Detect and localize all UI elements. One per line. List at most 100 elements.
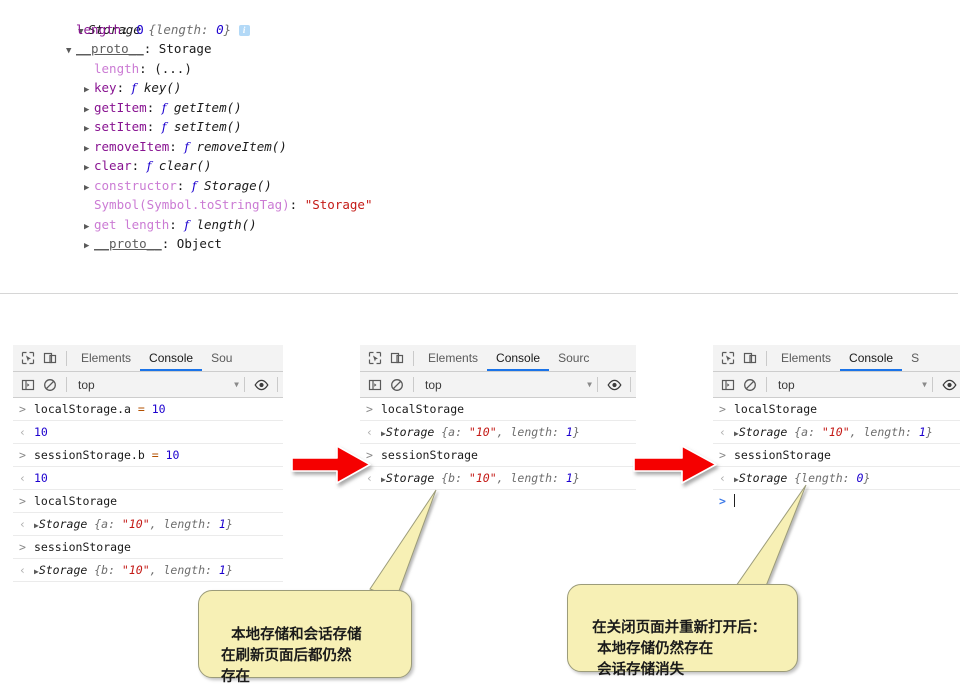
clear-console-icon[interactable] xyxy=(39,374,61,396)
chevron-down-icon[interactable]: ▼ xyxy=(587,380,592,389)
console-token: } xyxy=(863,471,871,485)
tree-bottom-divider xyxy=(0,293,958,294)
toggle-device-toolbar-icon[interactable] xyxy=(739,347,761,369)
object-tree-key: length xyxy=(94,60,140,76)
console-token: Storage xyxy=(385,471,442,485)
object-tree-key: key xyxy=(94,80,117,95)
devtools-tabbar: Elements Console Sourc xyxy=(360,345,636,372)
object-tree-row[interactable]: length: 0 xyxy=(0,20,975,40)
callout-2-text: 在关闭页面并重新打开后： 本地存储仍然存在 会话存储消失 xyxy=(592,620,767,678)
console-log-area[interactable]: > localStorage.a = 10 ‹ 10 > sessionStorage.b… xyxy=(13,398,283,582)
console-token: sessionStorage.b xyxy=(34,448,152,462)
show-console-sidebar-icon[interactable] xyxy=(717,374,739,396)
object-tree-row[interactable]: constructor: f Storage() xyxy=(0,176,975,196)
console-token: sessionStorage xyxy=(734,448,831,462)
console-token: Storage xyxy=(738,425,795,439)
eye-icon[interactable] xyxy=(250,374,272,396)
chevron-down-icon[interactable]: ▼ xyxy=(234,380,239,389)
tab-sources[interactable]: Sou xyxy=(202,345,241,371)
console-token: localStorage xyxy=(34,494,118,508)
tab-elements[interactable]: Elements xyxy=(419,345,487,371)
object-tree-row[interactable]: __proto__: Storage xyxy=(0,39,975,59)
console-token: localStorage xyxy=(734,402,818,416)
console-input-prompt-icon: > xyxy=(19,448,26,462)
object-tree-row[interactable]: setItem: f setItem() xyxy=(0,117,975,137)
console-output-prompt-icon: ‹ xyxy=(19,471,26,485)
context-selector[interactable]: top xyxy=(772,378,795,392)
console-token: , length: xyxy=(149,517,219,531)
tab-sources[interactable]: Sourc xyxy=(549,345,598,371)
context-selector[interactable]: top xyxy=(419,378,442,392)
eye-icon[interactable] xyxy=(938,374,960,396)
toolbar-divider-4 xyxy=(630,377,631,392)
console-output-line: ‹ 10 xyxy=(13,421,283,444)
toggle-device-toolbar-icon[interactable] xyxy=(386,347,408,369)
console-input-line: > localStorage xyxy=(360,398,636,421)
object-tree-value: Object xyxy=(176,236,222,251)
inspect-element-icon[interactable] xyxy=(717,347,739,369)
eye-icon[interactable] xyxy=(603,374,625,396)
toggle-device-toolbar-icon[interactable] xyxy=(39,347,61,369)
object-tree-key: clear xyxy=(94,158,132,173)
object-tree-row[interactable]: getItem: f getItem() xyxy=(0,98,975,118)
object-tree-row[interactable]: length: (...) xyxy=(0,59,975,79)
object-tree-key: removeItem xyxy=(94,138,170,154)
object-tree-row[interactable]: clear: f clear() xyxy=(0,156,975,176)
console-input-line: > sessionStorage xyxy=(713,444,960,467)
tab-console[interactable]: Console xyxy=(840,345,902,371)
object-tree-value: Storage xyxy=(158,41,212,56)
clear-console-icon[interactable] xyxy=(739,374,761,396)
object-tree-key: __proto__ xyxy=(76,41,144,56)
object-tree-value: Storage() xyxy=(204,177,272,193)
console-token: sessionStorage xyxy=(381,448,478,462)
toolbar-divider xyxy=(766,350,767,366)
inspect-element-icon[interactable] xyxy=(17,347,39,369)
console-input-line: > sessionStorage xyxy=(13,536,283,559)
tab-console[interactable]: Console xyxy=(140,345,202,371)
console-token: localStorage xyxy=(381,402,465,416)
object-tree-value: 0 xyxy=(136,21,144,37)
console-token: 10 xyxy=(34,471,48,485)
toolbar-divider-3 xyxy=(932,377,933,392)
console-output-line: ‹ ▶Storage {b: "10", length: 1} xyxy=(13,559,283,582)
console-output-prompt-icon: ‹ xyxy=(19,425,26,439)
tab-console[interactable]: Console xyxy=(487,345,549,371)
inspect-element-icon[interactable] xyxy=(364,347,386,369)
object-tree-key: constructor xyxy=(94,177,177,193)
object-tree-row[interactable]: removeItem: f removeItem() xyxy=(0,137,975,157)
object-tree-header-row[interactable]: Storage {length: 0} i xyxy=(0,0,975,37)
object-tree-value: setItem() xyxy=(173,119,242,134)
chevron-down-icon[interactable]: ▼ xyxy=(922,380,927,389)
object-tree-row[interactable]: __proto__: Object xyxy=(0,234,975,254)
triangle-right-icon[interactable] xyxy=(84,237,94,257)
console-token: = xyxy=(151,448,166,462)
red-arrow-1 xyxy=(291,445,371,484)
console-input-line: > localStorage xyxy=(713,398,960,421)
console-input-line: > sessionStorage xyxy=(360,444,636,467)
console-token: } xyxy=(925,425,933,439)
devtools-panel-1[interactable]: Elements Console Sou top ▼ > localStorage… xyxy=(13,345,283,583)
console-input-prompt-icon: > xyxy=(19,402,26,416)
tab-elements[interactable]: Elements xyxy=(72,345,140,371)
show-console-sidebar-icon[interactable] xyxy=(17,374,39,396)
object-tree-row[interactable]: key: f key() xyxy=(0,78,975,98)
toolbar-divider-3 xyxy=(597,377,598,392)
console-input-prompt-icon: > xyxy=(719,402,726,416)
tab-sources[interactable]: S xyxy=(902,345,928,371)
console-token: "10" xyxy=(468,471,497,485)
object-tree-value: "Storage" xyxy=(304,197,373,212)
console-token: 1 xyxy=(565,471,573,485)
object-tree-value: getItem() xyxy=(173,99,242,115)
console-log-area[interactable]: > localStorage ‹ ▶Storage {a: "10", length:… xyxy=(360,398,636,490)
object-tree-value: clear() xyxy=(158,158,212,173)
devtools-panel-2[interactable]: Elements Console Sourc top ▼ > localStora… xyxy=(360,345,636,495)
object-tree-row[interactable]: Symbol(Symbol.toStringTag): "Storage" xyxy=(0,195,975,215)
clear-console-icon[interactable] xyxy=(386,374,408,396)
context-selector[interactable]: top xyxy=(72,378,95,392)
object-tree-row[interactable]: get length: f length() xyxy=(0,215,975,235)
tab-elements[interactable]: Elements xyxy=(772,345,840,371)
show-console-sidebar-icon[interactable] xyxy=(364,374,386,396)
object-tree-key: getItem xyxy=(94,99,147,115)
console-token: } xyxy=(225,517,233,531)
console-input-line: > localStorage xyxy=(13,490,283,513)
